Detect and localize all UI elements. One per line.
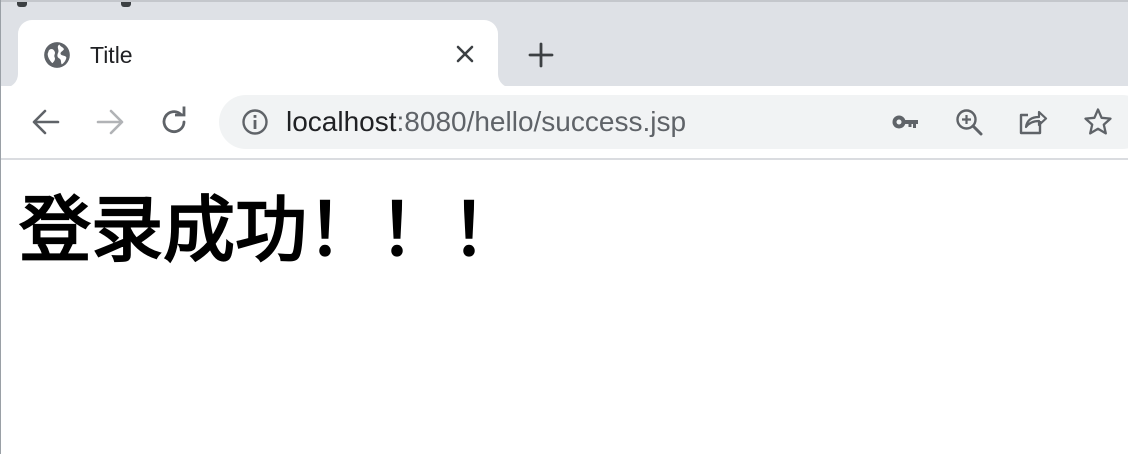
globe-icon (44, 42, 70, 68)
info-icon[interactable] (241, 108, 269, 136)
key-icon[interactable] (890, 107, 920, 137)
url-host: localhost (286, 106, 397, 137)
arrow-left-icon[interactable] (30, 106, 62, 138)
window-top-edge (17, 2, 137, 8)
url-text[interactable]: localhost:8080/hello/success.jsp (286, 107, 686, 137)
star-icon[interactable] (1083, 107, 1113, 137)
page-content: 登录成功！！！ (1, 160, 1128, 454)
tab-title: Title (90, 42, 133, 68)
page-heading: 登录成功！！！ (19, 188, 524, 272)
url-path: :8080/hello/success.jsp (396, 106, 687, 137)
browser-window: Title localhost:8080/hello/success.jsp 登… (0, 0, 1128, 454)
address-bar[interactable]: localhost:8080/hello/success.jsp (219, 95, 1128, 149)
plus-icon[interactable] (528, 42, 554, 68)
browser-toolbar: localhost:8080/hello/success.jsp (1, 86, 1128, 160)
zoom-in-icon[interactable] (954, 107, 984, 137)
arrow-right-icon[interactable] (94, 106, 126, 138)
share-icon[interactable] (1018, 107, 1048, 137)
reload-icon[interactable] (158, 106, 190, 138)
tab-active[interactable]: Title (18, 20, 498, 88)
close-icon[interactable] (454, 43, 476, 65)
tab-strip: Title (1, 0, 1128, 88)
